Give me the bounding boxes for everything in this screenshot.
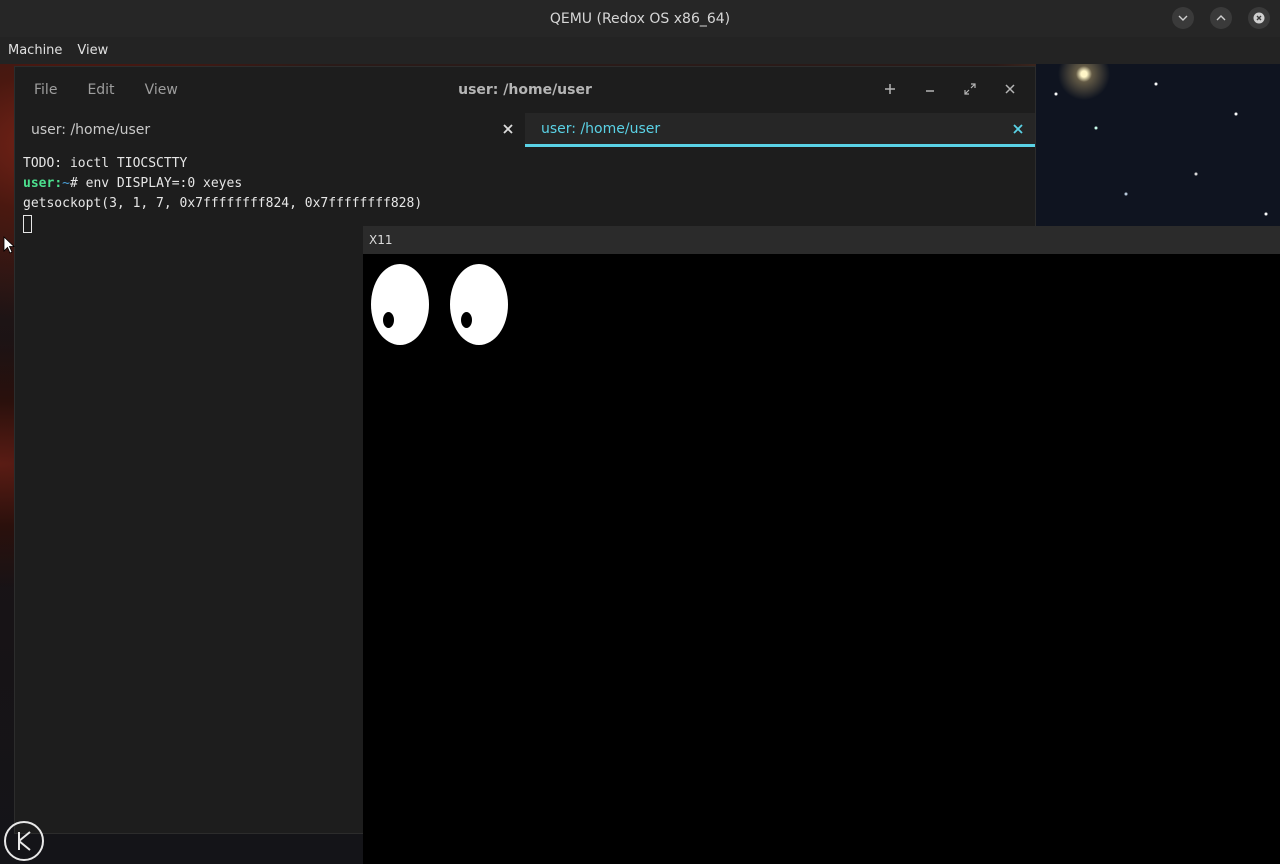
chevron-up-icon[interactable]: [1210, 7, 1232, 29]
terminal-line: TODO: ioctl TIOCSCTTY: [23, 156, 188, 171]
tab-label: user: /home/user: [31, 122, 151, 138]
terminal-line: getsockopt(3, 1, 7, 0x7ffffffff824, 0x7f…: [23, 196, 423, 211]
close-icon[interactable]: [1011, 122, 1025, 136]
mouse-pointer-icon: [3, 236, 15, 254]
typed-command: env DISPLAY=:0 xeyes: [77, 176, 243, 191]
terminal-menu-file[interactable]: File: [34, 82, 57, 98]
x11-window[interactable]: X11: [363, 226, 1280, 864]
close-icon[interactable]: [1001, 80, 1019, 98]
wallpaper-stars: [1036, 64, 1280, 226]
maximize-icon[interactable]: [961, 80, 979, 98]
x11-title: X11: [369, 233, 393, 247]
terminal-prompt-line: user:~# env DISPLAY=:0 xeyes: [23, 174, 1027, 194]
prompt-separator: :: [54, 176, 63, 191]
prompt-hash: #: [69, 176, 78, 191]
redox-logo-icon[interactable]: [3, 820, 45, 862]
plus-icon[interactable]: [881, 80, 899, 98]
left-eye: [371, 264, 429, 345]
prompt-user: user: [23, 176, 55, 191]
terminal-titlebar[interactable]: File Edit View user: /home/user: [15, 67, 1035, 113]
host-window-controls: [1172, 7, 1270, 29]
close-icon[interactable]: [1248, 7, 1270, 29]
host-menubar: Machine View: [0, 37, 1280, 64]
menu-view[interactable]: View: [77, 43, 108, 58]
terminal-menu-view[interactable]: View: [145, 82, 178, 98]
terminal-tabbar: user: /home/user user: /home/user: [15, 113, 1035, 147]
right-pupil: [461, 312, 472, 328]
tab-user-home-2[interactable]: user: /home/user: [525, 113, 1035, 147]
prompt-path: ~: [62, 176, 70, 191]
close-icon[interactable]: [501, 122, 515, 136]
left-pupil: [383, 312, 394, 328]
host-titlebar: QEMU (Redox OS x86_64): [0, 0, 1280, 37]
host-window-title: QEMU (Redox OS x86_64): [549, 10, 731, 27]
tab-label: user: /home/user: [541, 120, 661, 137]
terminal-window-controls: [881, 80, 1019, 98]
right-eye: [450, 264, 508, 345]
text-cursor: [23, 214, 32, 233]
minimize-icon[interactable]: [921, 80, 939, 98]
x11-titlebar[interactable]: X11: [363, 226, 1280, 254]
chevron-down-icon[interactable]: [1172, 7, 1194, 29]
tab-user-home-1[interactable]: user: /home/user: [15, 113, 525, 147]
menu-machine[interactable]: Machine: [8, 43, 62, 58]
terminal-menubar: File Edit View: [15, 82, 178, 98]
terminal-menu-edit[interactable]: Edit: [87, 82, 114, 98]
